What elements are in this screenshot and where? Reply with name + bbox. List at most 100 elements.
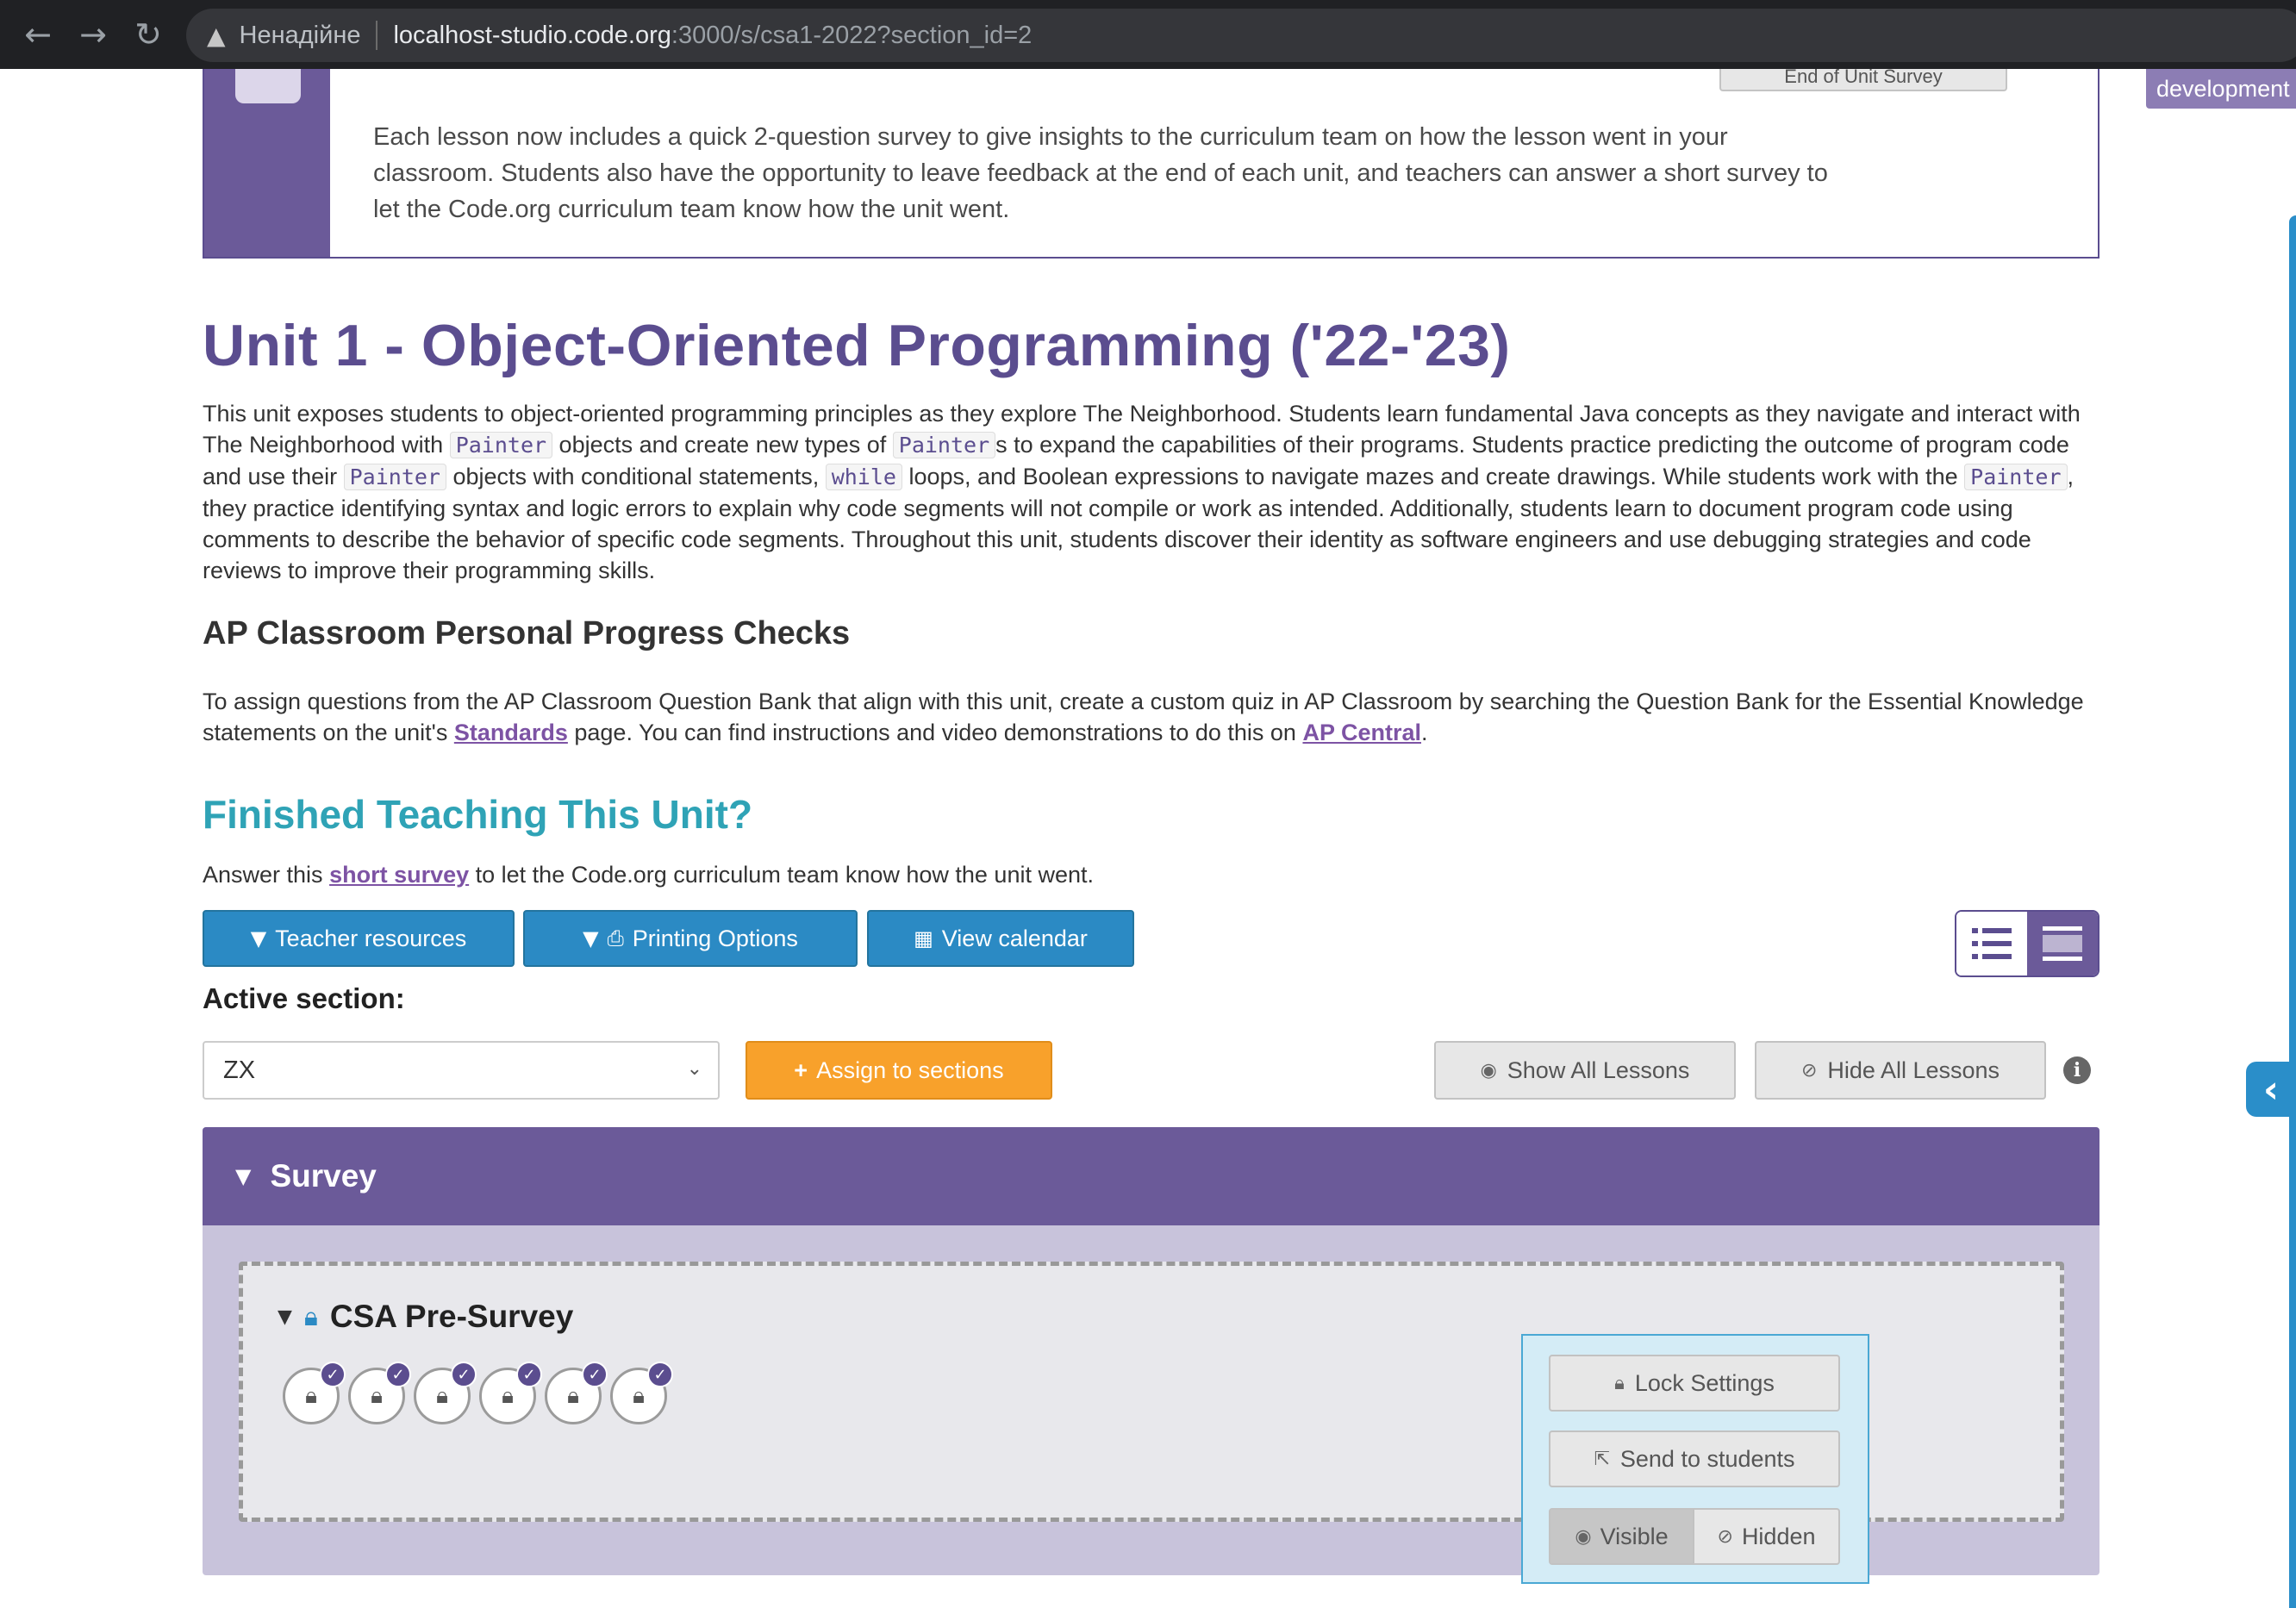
hide-all-lessons-button[interactable]: ⊘ Hide All Lessons	[1755, 1041, 2046, 1100]
teacher-resources-label: Teacher resources	[275, 925, 467, 951]
hidden-button[interactable]: ⊘ Hidden	[1694, 1508, 1840, 1565]
progress-bubble[interactable]: 🔒︎ ✓	[283, 1362, 346, 1424]
check-icon: ✓	[385, 1362, 411, 1387]
notice-text: Each lesson now includes a quick 2-quest…	[373, 123, 1828, 223]
back-arrow-icon[interactable]: ←	[10, 0, 66, 69]
survey-notice-card: End of Unit Survey Each lesson now inclu…	[203, 69, 2099, 259]
printing-options-label: Printing Options	[632, 925, 798, 951]
section-selected-value: ZX	[223, 1056, 256, 1084]
progress-bubble[interactable]: 🔒︎ ✓	[610, 1362, 673, 1424]
eye-icon: ◉	[1575, 1525, 1592, 1548]
lock-icon: 🔒︎	[436, 1382, 448, 1409]
unit-description: This unit exposes students to object-ori…	[203, 398, 2102, 586]
share-icon: ⇱	[1594, 1448, 1610, 1470]
show-all-label: Show All Lessons	[1507, 1056, 1690, 1083]
lock-icon: 🔒︎	[371, 1382, 383, 1409]
view-calendar-label: View calendar	[941, 925, 1088, 951]
finished-text-part: to let the Code.org curriculum team know…	[469, 862, 1095, 888]
lock-settings-panel: 🔒︎ Lock Settings ⇱ Send to students ◉ Vi…	[1521, 1334, 1869, 1584]
desc-text: objects and create new types of	[552, 432, 893, 458]
url-path: :3000/s/csa1-2022?section_id=2	[671, 21, 1033, 49]
progress-bubble[interactable]: 🔒︎ ✓	[348, 1362, 411, 1424]
ap-text: .	[1421, 720, 1428, 745]
hidden-label: Hidden	[1741, 1523, 1816, 1549]
chevron-down-icon: ⌄	[686, 1058, 702, 1080]
survey-group-header[interactable]: ▼ Survey	[203, 1127, 2099, 1225]
send-to-students-button[interactable]: ⇱ Send to students	[1549, 1430, 1840, 1487]
lock-icon: 🔒︎	[305, 1382, 317, 1409]
info-icon[interactable]: i	[2063, 1056, 2091, 1084]
detail-view-icon[interactable]	[2027, 912, 2098, 975]
lock-icon: 🔒︎	[567, 1382, 579, 1409]
code-while: while	[825, 464, 902, 490]
assign-to-sections-button[interactable]: + Assign to sections	[746, 1041, 1052, 1100]
progress-bubble[interactable]: 🔒︎ ✓	[545, 1362, 608, 1424]
progress-bubbles: 🔒︎ ✓ 🔒︎ ✓ 🔒︎ ✓ 🔒︎ ✓ 🔒︎ ✓ 🔒︎ ✓	[283, 1362, 676, 1424]
calendar-icon: ▦	[914, 926, 933, 950]
printing-options-button[interactable]: ▼ ⎙ Printing Options	[523, 910, 858, 967]
progress-bubble[interactable]: 🔒︎ ✓	[414, 1362, 477, 1424]
ap-heading: AP Classroom Personal Progress Checks	[203, 615, 851, 651]
view-calendar-button[interactable]: ▦ View calendar	[867, 910, 1134, 967]
standards-link[interactable]: Standards	[454, 720, 568, 745]
finished-text-part: Answer this	[203, 862, 330, 888]
ap-instructions: To assign questions from the AP Classroo…	[203, 686, 2102, 748]
assign-label: Assign to sections	[816, 1056, 1004, 1083]
ap-central-link[interactable]: AP Central	[1302, 720, 1421, 745]
lock-icon: 🔒︎	[633, 1382, 645, 1409]
insecure-label: Ненадійне	[239, 21, 361, 49]
teacher-resources-button[interactable]: ▼ Teacher resources	[203, 910, 515, 967]
show-all-lessons-button[interactable]: ◉ Show All Lessons	[1434, 1041, 1736, 1100]
side-panel-edge	[2289, 215, 2296, 1608]
eye-slash-icon: ⊘	[1717, 1525, 1733, 1548]
plus-icon: +	[794, 1056, 808, 1083]
caret-down-icon: ▼	[583, 926, 599, 950]
finished-heading: Finished Teaching This Unit?	[203, 792, 753, 837]
code-painter: Painter	[449, 432, 553, 458]
lock-settings-button[interactable]: 🔒︎ Lock Settings	[1549, 1355, 1840, 1412]
code-painter: Painter	[1964, 464, 2068, 490]
ap-text: page. You can find instructions and vide…	[567, 720, 1303, 745]
list-view-icon[interactable]	[1956, 912, 2027, 975]
end-of-unit-survey-button[interactable]: End of Unit Survey	[1719, 69, 2007, 91]
lesson-name: CSA Pre-Survey	[329, 1299, 574, 1334]
code-painter: Painter	[892, 432, 996, 458]
forward-arrow-icon[interactable]: →	[66, 0, 121, 69]
desc-text: objects with conditional statements,	[446, 464, 826, 489]
check-icon: ✓	[516, 1362, 542, 1387]
finished-text: Answer this short survey to let the Code…	[203, 862, 1094, 888]
eye-slash-icon: ⊘	[1800, 1059, 1818, 1081]
warning-icon: ▲	[207, 21, 226, 50]
chevron-left-icon[interactable]: ‹	[2246, 1062, 2296, 1117]
desc-text: loops, and Boolean expressions to naviga…	[902, 464, 1965, 489]
view-mode-toggle	[1955, 910, 2099, 977]
send-to-students-label: Send to students	[1619, 1445, 1795, 1472]
environment-badge: development	[2146, 69, 2296, 109]
check-icon: ✓	[647, 1362, 673, 1387]
browser-toolbar: ← → ↻ ▲ Ненадійне localhost-studio.code.…	[0, 0, 2296, 69]
check-icon: ✓	[582, 1362, 608, 1387]
lock-icon: 🔒︎	[502, 1382, 514, 1409]
notice-sidebar	[204, 69, 330, 257]
caret-down-icon: ▼	[250, 926, 267, 950]
hide-all-label: Hide All Lessons	[1827, 1056, 2000, 1083]
lock-icon: 🔒︎	[1614, 1372, 1625, 1394]
visibility-toggle: ◉ Visible ⊘ Hidden	[1549, 1508, 1840, 1565]
lock-icon: 🔒︎	[303, 1301, 318, 1332]
check-icon: ✓	[320, 1362, 346, 1387]
address-bar[interactable]: ▲ Ненадійне localhost-studio.code.org :3…	[186, 9, 2296, 62]
notice-icon	[235, 69, 301, 103]
url-host: localhost-studio.code.org	[393, 21, 671, 49]
reload-icon[interactable]: ↻	[121, 0, 176, 69]
short-survey-link[interactable]: short survey	[329, 862, 469, 888]
progress-bubble[interactable]: 🔒︎ ✓	[479, 1362, 542, 1424]
lesson-title-row[interactable]: ▼ 🔒︎ CSA Pre-Survey	[278, 1299, 573, 1335]
visible-button[interactable]: ◉ Visible	[1549, 1508, 1694, 1565]
visible-label: Visible	[1600, 1523, 1669, 1549]
section-select[interactable]: ZX ⌄	[203, 1041, 720, 1100]
caret-down-icon: ▼	[278, 1306, 292, 1328]
lock-settings-label: Lock Settings	[1634, 1369, 1775, 1396]
page-content: development ‹ End of Unit Survey Each le…	[0, 69, 2296, 1608]
url-separator	[376, 21, 378, 50]
caret-down-icon: ▼	[235, 1164, 252, 1188]
